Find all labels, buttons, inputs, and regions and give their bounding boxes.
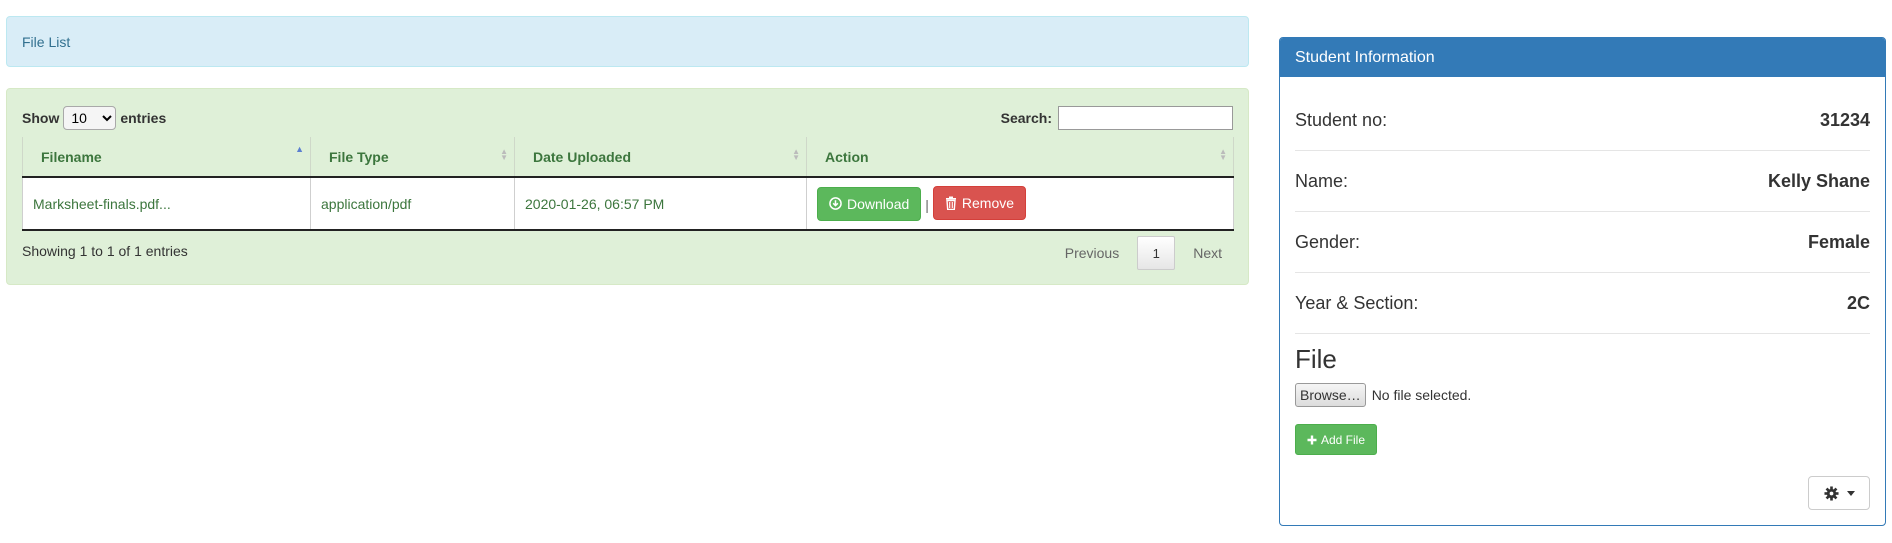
file-list-panel: File List bbox=[6, 16, 1249, 67]
student-info-title: Student Information bbox=[1295, 48, 1435, 66]
column-label: Date Uploaded bbox=[533, 148, 632, 165]
column-label: Filename bbox=[41, 148, 102, 165]
field-label: Student no: bbox=[1295, 109, 1388, 130]
column-header-filename[interactable]: Filename ▲ bbox=[22, 137, 311, 178]
table-controls: Show 10 entries Search: bbox=[22, 105, 1233, 131]
sort-ascending-icon: ▲ bbox=[295, 144, 304, 154]
pagination-next[interactable]: Next bbox=[1181, 245, 1234, 261]
remove-label: Remove bbox=[961, 195, 1015, 212]
column-header-action[interactable]: Action ▲ ▼ bbox=[806, 137, 1234, 178]
table-info: Showing 1 to 1 of 1 entries bbox=[22, 243, 188, 259]
table-header-row: Filename ▲ File Type ▲ ▼ Date Uploaded ▲ ▼… bbox=[22, 137, 1234, 178]
download-circle-icon bbox=[829, 197, 842, 211]
settings-dropdown-button[interactable] bbox=[1808, 476, 1870, 510]
add-file-button[interactable]: Add File bbox=[1295, 424, 1378, 455]
search-input[interactable] bbox=[1058, 106, 1233, 130]
file-input: Browse… No file selected. bbox=[1295, 383, 1471, 407]
action-separator: | bbox=[925, 197, 929, 214]
column-label: Action bbox=[825, 148, 869, 165]
cell-file-type: application/pdf bbox=[310, 177, 515, 231]
pagination-page-1[interactable]: 1 bbox=[1137, 236, 1176, 270]
browse-button[interactable]: Browse… bbox=[1295, 383, 1366, 407]
caret-down-icon bbox=[1846, 490, 1855, 496]
field-label: Gender: bbox=[1295, 231, 1361, 252]
gear-icon bbox=[1823, 485, 1839, 501]
remove-button[interactable]: Remove bbox=[932, 186, 1027, 221]
pagination: Previous 1 Next bbox=[1053, 235, 1234, 271]
cell-action: Download | Remove bbox=[806, 177, 1234, 231]
student-no-row: Student no: 31234 bbox=[1295, 90, 1870, 151]
column-label: File Type bbox=[329, 148, 389, 165]
field-value: 31234 bbox=[1819, 109, 1870, 130]
file-table-panel: Show 10 entries Search: Filename ▲ File … bbox=[6, 88, 1249, 285]
student-info-header: Student Information bbox=[1280, 38, 1885, 77]
pagination-previous[interactable]: Previous bbox=[1053, 245, 1131, 261]
gender-row: Gender: Female bbox=[1295, 212, 1870, 273]
field-value: Kelly Shane bbox=[1767, 170, 1870, 191]
show-label: Show bbox=[22, 110, 60, 126]
add-file-label: Add File bbox=[1321, 432, 1366, 447]
file-list-title: File List bbox=[22, 34, 71, 50]
sort-both-icon: ▲ ▼ bbox=[500, 147, 508, 162]
no-file-text: No file selected. bbox=[1371, 387, 1472, 403]
field-label: Name: bbox=[1295, 170, 1349, 191]
cell-date-uploaded: 2020-01-26, 06:57 PM bbox=[514, 177, 807, 231]
plus-icon bbox=[1307, 435, 1317, 444]
entries-select[interactable]: 10 bbox=[63, 106, 117, 130]
table-row: Marksheet-finals.pdf... application/pdf … bbox=[22, 177, 1234, 231]
entries-label: entries bbox=[120, 110, 167, 126]
entries-length-control: Show 10 entries bbox=[22, 105, 166, 131]
field-value: 2C bbox=[1846, 292, 1870, 313]
download-label: Download bbox=[847, 195, 910, 212]
column-header-date-uploaded[interactable]: Date Uploaded ▲ ▼ bbox=[514, 137, 807, 178]
file-heading: File bbox=[1295, 344, 1337, 374]
download-button[interactable]: Download bbox=[817, 186, 922, 221]
search-control: Search: bbox=[1001, 105, 1233, 131]
field-value: Female bbox=[1807, 231, 1870, 252]
sort-both-icon: ▲ ▼ bbox=[792, 147, 800, 162]
file-table: Filename ▲ File Type ▲ ▼ Date Uploaded ▲ ▼… bbox=[22, 137, 1234, 231]
student-info-panel: Student Information Student no: 31234 Na… bbox=[1279, 37, 1886, 526]
cell-filename: Marksheet-finals.pdf... bbox=[22, 177, 311, 231]
name-row: Name: Kelly Shane bbox=[1295, 151, 1870, 212]
search-label: Search: bbox=[1000, 110, 1052, 126]
trash-icon bbox=[945, 196, 956, 211]
column-header-file-type[interactable]: File Type ▲ ▼ bbox=[310, 137, 515, 178]
year-section-row: Year & Section: 2C bbox=[1295, 273, 1870, 334]
field-label: Year & Section: bbox=[1295, 292, 1419, 313]
sort-both-icon: ▲ ▼ bbox=[1219, 147, 1227, 162]
